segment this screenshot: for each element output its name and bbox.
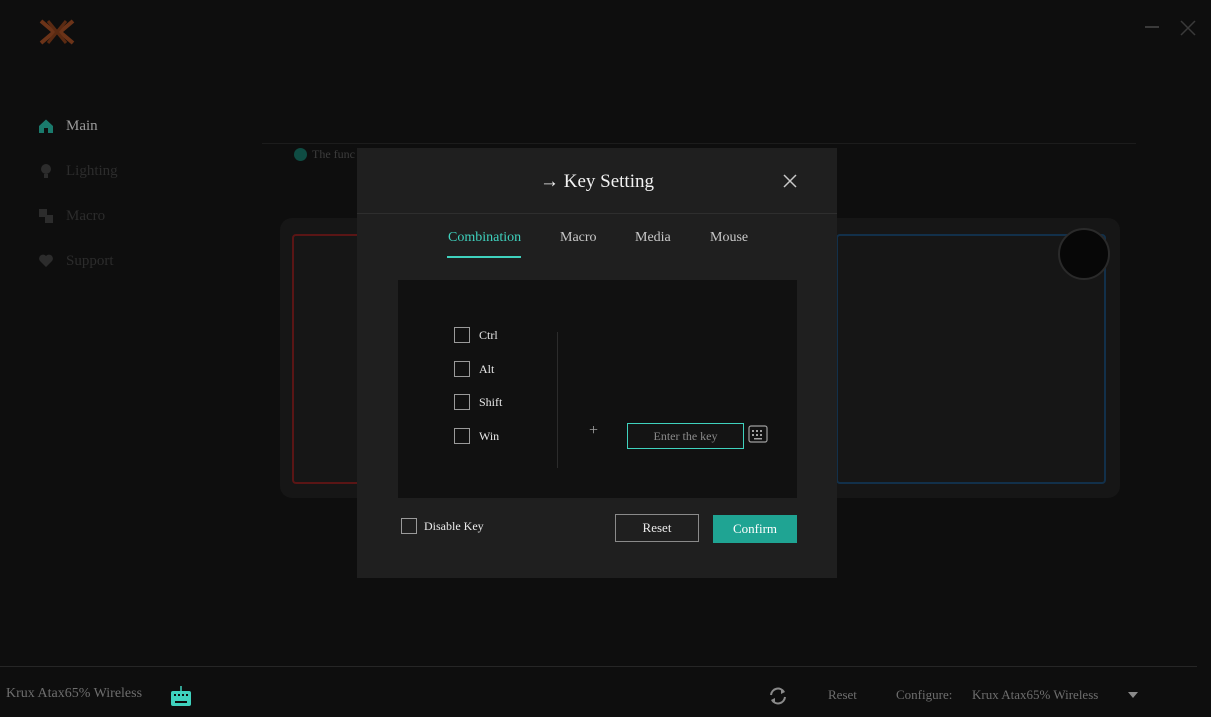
footer-divider	[0, 666, 1197, 667]
chevron-down-icon[interactable]	[1128, 692, 1138, 698]
combination-panel: Ctrl Alt Shift Win +	[398, 280, 797, 498]
modifier-shift[interactable]: Shift	[454, 394, 502, 410]
notice-text: The func	[312, 147, 355, 161]
content-divider	[262, 143, 1136, 144]
keyboard-left-keys	[292, 234, 362, 484]
sidebar-item-label: Main	[66, 117, 98, 134]
modifier-label: Alt	[479, 361, 495, 376]
sidebar-item-label: Support	[66, 252, 114, 269]
plus-sign: +	[589, 422, 599, 439]
notice-banner: The func	[294, 147, 355, 162]
modifier-ctrl[interactable]: Ctrl	[454, 327, 498, 343]
tab-macro[interactable]: Macro	[560, 230, 597, 246]
tab-media[interactable]: Media	[635, 230, 671, 246]
sidebar-item-support[interactable]: Support	[38, 250, 114, 272]
win-checkbox[interactable]	[454, 428, 470, 444]
keyboard-icon[interactable]	[748, 425, 768, 443]
dialog-title: → Key Setting	[540, 171, 654, 192]
disable-key-option[interactable]: Disable Key	[401, 518, 484, 534]
tab-mouse[interactable]: Mouse	[710, 230, 748, 246]
confirm-button[interactable]: Confirm	[713, 515, 797, 543]
sidebar-item-main[interactable]: Main	[38, 115, 98, 137]
home-icon	[39, 119, 53, 133]
x-logo-icon	[39, 19, 75, 45]
alt-checkbox[interactable]	[454, 361, 470, 377]
modifier-win[interactable]: Win	[454, 428, 499, 444]
sidebar-item-macro[interactable]: Macro	[38, 205, 105, 227]
device-name: Krux Atax65% Wireless	[6, 686, 143, 701]
macro-icon	[39, 209, 53, 223]
dialog-header: → Key Setting	[357, 148, 837, 214]
tab-combination[interactable]: Combination	[448, 230, 521, 246]
key-input[interactable]	[627, 423, 744, 449]
info-dot-icon	[294, 148, 307, 161]
sidebar-item-label: Macro	[66, 207, 106, 224]
modifier-label: Shift	[479, 394, 503, 409]
tab-bar: Combination Macro Media Mouse	[357, 230, 837, 260]
configure-label: Configure:	[896, 687, 953, 702]
bulb-icon	[41, 164, 51, 178]
minimize-icon[interactable]	[1145, 26, 1159, 28]
keyboard-device-icon	[171, 686, 191, 706]
shift-checkbox[interactable]	[454, 394, 470, 410]
modifier-alt[interactable]: Alt	[454, 361, 494, 377]
heart-icon	[39, 254, 53, 267]
disable-key-checkbox[interactable]	[401, 518, 417, 534]
keyboard-knob	[1058, 228, 1110, 280]
modifier-label: Win	[479, 428, 500, 443]
close-icon[interactable]	[783, 174, 797, 188]
ctrl-checkbox[interactable]	[454, 327, 470, 343]
footer-reset-button[interactable]: Reset	[828, 687, 857, 703]
reset-button[interactable]: Reset	[615, 514, 699, 542]
disable-key-label: Disable Key	[424, 518, 484, 533]
panel-divider	[557, 332, 558, 468]
modifier-label: Ctrl	[479, 327, 498, 342]
key-setting-dialog: → Key Setting Combination Macro Media Mo…	[357, 148, 837, 578]
configure-select[interactable]: Krux Atax65% Wireless	[972, 687, 1098, 703]
close-icon[interactable]	[1180, 20, 1196, 36]
refresh-icon[interactable]	[768, 687, 788, 705]
active-tab-indicator	[447, 256, 521, 258]
sidebar-item-lighting[interactable]: Lighting	[38, 160, 118, 182]
sidebar-item-label: Lighting	[66, 162, 118, 179]
